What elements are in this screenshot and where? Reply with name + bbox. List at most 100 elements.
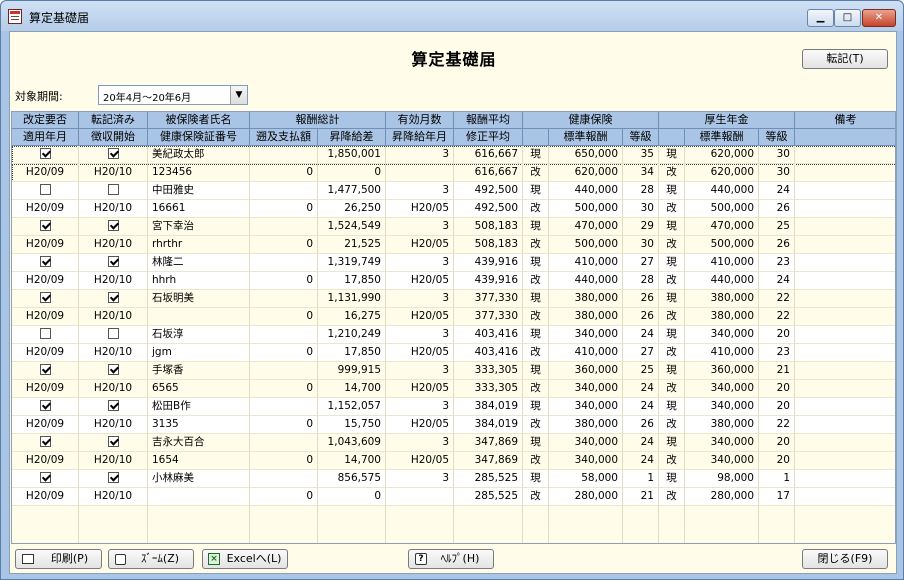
checkbox[interactable]	[107, 255, 119, 267]
table-row[interactable]: 松田B作 1,152,057 3 384,019 現 340,000 24 現 340,000 2…	[12, 398, 895, 416]
checkbox[interactable]	[107, 471, 119, 483]
checkbox[interactable]	[107, 291, 119, 303]
table-row[interactable]: 中田雅史 1,477,500 3 492,500 現 440,000 28 現 440,000 2…	[12, 182, 895, 200]
table-row[interactable]: H20/09 H20/10 hhrh 0 17,850 H20/05 439,916 改 440…	[12, 272, 895, 290]
window-title: 算定基礎届	[29, 11, 90, 25]
checkbox[interactable]	[39, 399, 51, 411]
cell-hks: 410,000	[549, 344, 623, 362]
table-row[interactable]: 石坂明美 1,131,990 3 377,330 現 380,000 26 現 380,000 2…	[12, 290, 895, 308]
cell-kaitei[interactable]	[12, 398, 79, 416]
cell-kaitei[interactable]	[12, 362, 79, 380]
transfer-button[interactable]: 転記(T)	[802, 49, 888, 69]
period-value: 20年4月～20年6月	[103, 93, 192, 104]
table-row[interactable]: H20/09 H20/10 3135 0 15,750 H20/05 384,019 改 380…	[12, 416, 895, 434]
checkbox[interactable]	[107, 399, 119, 411]
table-row[interactable]: H20/09 H20/10 123456 0 0 616,667 改 620,000 34 改 62…	[12, 164, 895, 182]
cell-ko: 現	[659, 326, 685, 344]
print-button[interactable]: 印刷(P)	[15, 549, 102, 569]
close-button[interactable]: 閉じる(F9)	[802, 549, 888, 569]
checkbox[interactable]	[39, 183, 51, 195]
zoom-button[interactable]: ｽﾞｰﾑ(Z)	[108, 549, 194, 569]
cell-kog: 30	[759, 146, 795, 164]
cell-heikin: 384,019	[454, 416, 523, 434]
checkbox[interactable]	[107, 435, 119, 447]
cell-hks: 380,000	[549, 416, 623, 434]
cell-kaitei[interactable]	[12, 146, 79, 164]
cell-months: 3	[386, 326, 454, 344]
period-label: 対象期間:	[15, 90, 63, 103]
cell-kaitei[interactable]	[12, 254, 79, 272]
checkbox[interactable]	[39, 219, 51, 231]
cell-name: 吉永大百合	[148, 434, 250, 452]
cell-name: 宮下幸治	[148, 218, 250, 236]
grid-header: 改定要否 転記済み 被保険者氏名 報酬総計 有効月数 報酬平均 健康保険 厚生年金 備考 適用年月…	[12, 112, 895, 146]
cell-tenki[interactable]	[79, 218, 148, 236]
checkbox[interactable]	[39, 291, 51, 303]
period-select[interactable]: 20年4月～20年6月 ▼	[98, 85, 248, 105]
maximize-button[interactable]: □	[834, 9, 861, 27]
cell-tenki[interactable]	[79, 470, 148, 488]
cell-kaitei[interactable]	[12, 434, 79, 452]
cell-tenki[interactable]	[79, 326, 148, 344]
cell-kog: 26	[759, 236, 795, 254]
cell-tenki[interactable]	[79, 182, 148, 200]
cell-tenki[interactable]	[79, 290, 148, 308]
table-row[interactable]: H20/09 H20/10 0 16,275 H20/05 377,330 改 380,000…	[12, 308, 895, 326]
checkbox[interactable]	[107, 363, 119, 375]
table-row[interactable]: H20/09 H20/10 6565 0 14,700 H20/05 333,305 改 340…	[12, 380, 895, 398]
cell-tenki[interactable]	[79, 146, 148, 164]
cell-kaitei: H20/09	[12, 272, 79, 290]
help-button[interactable]: ? ﾍﾙﾌﾟ(H)	[408, 549, 494, 569]
close-window-button[interactable]: ✕	[862, 9, 896, 27]
cell-kaitei[interactable]	[12, 182, 79, 200]
cell-kaitei[interactable]	[12, 218, 79, 236]
table-row[interactable]: 美紀政太郎 1,850,001 3 616,667 現 650,000 35 現 620,000…	[12, 146, 895, 164]
checkbox[interactable]	[39, 327, 51, 339]
table-row[interactable]: 小林麻美 856,575 3 285,525 現 58,000 1 現 98,000 1	[12, 470, 895, 488]
checkbox[interactable]	[107, 327, 119, 339]
chevron-down-icon[interactable]: ▼	[230, 86, 247, 104]
column-divider	[453, 506, 454, 543]
cell-kaitei[interactable]	[12, 326, 79, 344]
checkbox[interactable]	[107, 183, 119, 195]
cell-months: 3	[386, 362, 454, 380]
cell-hk: 改	[523, 380, 549, 398]
checkbox[interactable]	[107, 219, 119, 231]
excel-button[interactable]: × Excelへ(L)	[202, 549, 288, 569]
cell-tenki[interactable]	[79, 254, 148, 272]
table-row[interactable]: H20/09 H20/10 1654 0 14,700 H20/05 347,869 改 340…	[12, 452, 895, 470]
cell-ko: 改	[659, 488, 685, 506]
table-row[interactable]: H20/09 H20/10 16661 0 26,250 H20/05 492,500 改 50…	[12, 200, 895, 218]
checkbox[interactable]	[39, 471, 51, 483]
cell-sokyu	[250, 362, 318, 380]
cell-hks: 440,000	[549, 182, 623, 200]
checkbox[interactable]	[39, 363, 51, 375]
cell-kaitei[interactable]	[12, 290, 79, 308]
table-row[interactable]: H20/09 H20/10 rhrthr 0 21,525 H20/05 508,183 改 5…	[12, 236, 895, 254]
table-row[interactable]: 石坂淳 1,210,249 3 403,416 現 340,000 24 現 340,000 20	[12, 326, 895, 344]
cell-hks: 380,000	[549, 290, 623, 308]
cell-total: 1,477,500	[318, 182, 386, 200]
cell-hks: 380,000	[549, 308, 623, 326]
table-row[interactable]: H20/09 H20/10 0 0 285,525 改 280,000 21 改 280,000 1…	[12, 488, 895, 506]
table-row[interactable]: 手塚香 999,915 3 333,305 現 360,000 25 現 360,000 21	[12, 362, 895, 380]
table-row[interactable]: 宮下幸治 1,524,549 3 508,183 現 470,000 29 現 470,000 2…	[12, 218, 895, 236]
cell-kaitei[interactable]	[12, 470, 79, 488]
table-row[interactable]: H20/09 H20/10 jgm 0 17,850 H20/05 403,416 改 410,…	[12, 344, 895, 362]
cell-kos: 440,000	[685, 272, 759, 290]
cell-tenki[interactable]	[79, 434, 148, 452]
checkbox[interactable]	[39, 435, 51, 447]
printer-icon	[22, 554, 34, 564]
minimize-button[interactable]: ▁	[807, 9, 834, 27]
data-grid[interactable]: 改定要否 転記済み 被保険者氏名 報酬総計 有効月数 報酬平均 健康保険 厚生年金 備考 適用年月…	[11, 111, 896, 544]
checkbox[interactable]	[39, 255, 51, 267]
checkbox[interactable]	[107, 147, 119, 159]
cell-tenki[interactable]	[79, 398, 148, 416]
cell-tenki[interactable]	[79, 362, 148, 380]
title-bar[interactable]: 算定基礎届 ▁ □ ✕	[1, 1, 903, 31]
table-row[interactable]: 吉永大百合 1,043,609 3 347,869 現 340,000 24 現 340,000…	[12, 434, 895, 452]
cell-name	[148, 488, 250, 506]
table-row[interactable]: 林隆二 1,319,749 3 439,916 現 410,000 27 現 410,000 23	[12, 254, 895, 272]
checkbox[interactable]	[39, 147, 51, 159]
cell-name: 123456	[148, 164, 250, 182]
